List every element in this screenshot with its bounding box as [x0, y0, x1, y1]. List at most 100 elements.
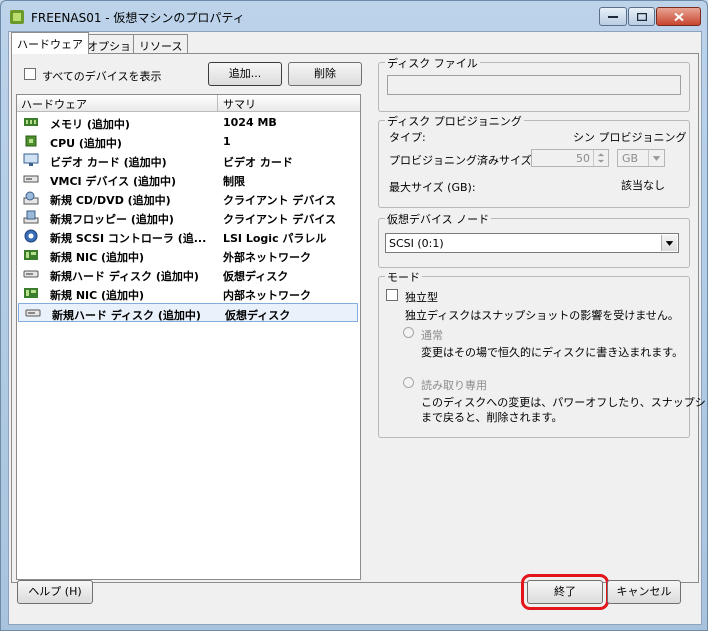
- read-only-mode-label[interactable]: 読み取り専用: [421, 377, 487, 393]
- disk-provisioning-legend: ディスク プロビジョニング: [385, 113, 524, 129]
- hardware-row-summary: 仮想ディスク: [225, 309, 291, 322]
- hardware-row-summary: クライアント デバイス: [223, 213, 337, 226]
- mode-group: モード 独立型 独立ディスクはスナップショットの影響を受けません。 通常 変更は…: [378, 269, 708, 438]
- hardware-row[interactable]: 新規フロッピー (追加中) クライアント デバイス: [17, 208, 360, 227]
- provisioned-size-value: 50: [576, 152, 590, 165]
- column-separator[interactable]: [217, 95, 218, 112]
- hardware-row[interactable]: 新規 SCSI コントローラ (追... LSI Logic パラレル: [17, 227, 360, 246]
- title-bar[interactable]: FREENAS01 - 仮想マシンのプロパティ: [1, 1, 707, 31]
- hardware-list[interactable]: ハードウェア サマリ メモリ (追加中) 1024 MB CPU (追加中) 1 ビデオ…: [16, 94, 361, 580]
- hardware-row-name: 新規ハード ディスク (追加中): [50, 270, 199, 283]
- provisioned-size-stepper[interactable]: 50: [531, 149, 609, 167]
- hardware-row[interactable]: 新規 NIC (追加中) 内部ネットワーク: [17, 284, 360, 303]
- mode-legend: モード: [385, 269, 422, 285]
- provisioned-size-label: プロビジョニング済みサイズ:: [389, 154, 536, 167]
- minimize-button[interactable]: [599, 7, 627, 26]
- disk-file-group: ディスク ファイル: [378, 55, 690, 112]
- maximize-button[interactable]: [628, 7, 655, 26]
- close-button[interactable]: [656, 7, 701, 26]
- hardware-row-summary: 1024 MB: [223, 116, 277, 129]
- hardware-row-name: 新規 NIC (追加中): [50, 289, 145, 302]
- minimize-icon: [608, 15, 618, 18]
- scsi-controller-icon: [24, 229, 38, 243]
- hardware-row-summary: 外部ネットワーク: [223, 251, 311, 264]
- cancel-button[interactable]: キャンセル: [607, 580, 681, 604]
- memory-icon: [24, 118, 38, 126]
- hardware-row[interactable]: 新規 CD/DVD (追加中) クライアント デバイス: [17, 189, 360, 208]
- close-icon: [673, 12, 684, 21]
- nic-icon: [24, 288, 38, 298]
- disk-file-field[interactable]: [387, 75, 681, 95]
- hardware-row[interactable]: VMCI デバイス (追加中) 制限: [17, 170, 360, 189]
- virtual-device-node-value: SCSI (0:1): [389, 237, 444, 250]
- maximize-icon: [636, 12, 647, 21]
- hardware-row[interactable]: ビデオ カード (追加中) ビデオ カード: [17, 151, 360, 170]
- help-button[interactable]: ヘルプ (H): [17, 580, 93, 604]
- hardware-row-name: 新規 NIC (追加中): [50, 251, 145, 264]
- independent-description: 独立ディスクはスナップショットの影響を受けません。: [405, 309, 679, 322]
- show-all-devices-label[interactable]: すべてのデバイスを表示: [42, 68, 161, 84]
- column-header-hardware[interactable]: ハードウェア: [21, 96, 87, 112]
- read-only-description-line2: まで戻ると、削除されます。: [421, 411, 563, 424]
- independent-label[interactable]: 独立型: [405, 289, 438, 305]
- hardware-row-name: 新規 SCSI コントローラ (追...: [50, 232, 207, 245]
- hardware-row-name: メモリ (追加中): [50, 118, 130, 131]
- max-size-label: 最大サイズ (GB):: [389, 181, 476, 194]
- column-header-summary[interactable]: サマリ: [223, 96, 256, 112]
- remove-device-button[interactable]: 削除: [288, 62, 362, 86]
- read-only-description-line1: このディスクへの変更は、パワーオフしたり、スナップショット: [421, 396, 708, 409]
- normal-mode-radio[interactable]: [403, 327, 414, 338]
- hardware-row-name: CPU (追加中): [50, 137, 122, 150]
- floppy-icon: [23, 210, 39, 224]
- hardware-row[interactable]: CPU (追加中) 1: [17, 132, 360, 151]
- size-unit-select[interactable]: GB: [617, 149, 665, 167]
- hardware-row-name: 新規ハード ディスク (追加中): [52, 309, 201, 322]
- provisioning-type-value: シン プロビジョニング: [573, 131, 687, 144]
- window-title: FREENAS01 - 仮想マシンのプロパティ: [31, 11, 245, 25]
- hardware-list-header: ハードウェア サマリ: [17, 95, 360, 112]
- hard-disk-icon: [25, 309, 41, 317]
- finish-button[interactable]: 終了: [521, 574, 609, 610]
- hard-disk-icon: [23, 270, 39, 278]
- hardware-row-summary: LSI Logic パラレル: [223, 232, 327, 245]
- virtual-device-node-select[interactable]: SCSI (0:1): [385, 233, 679, 253]
- hardware-row-summary: 内部ネットワーク: [223, 289, 311, 302]
- hardware-row[interactable]: 新規ハード ディスク (追加中) 仮想ディスク: [17, 265, 360, 284]
- hardware-row-summary: 制限: [223, 175, 245, 188]
- provisioning-type-label: タイプ:: [389, 131, 426, 144]
- max-size-value: 該当なし: [621, 179, 665, 192]
- dialog-client-area: ハードウェア オプション リソース すべてのデバイスを表示 追加... 削除 ハ…: [8, 31, 708, 625]
- read-only-mode-radio[interactable]: [403, 377, 414, 388]
- vm-app-icon: [10, 10, 24, 24]
- virtual-device-node-group: 仮想デバイス ノード SCSI (0:1): [378, 211, 690, 268]
- normal-mode-label[interactable]: 通常: [421, 327, 443, 343]
- hardware-row-name: 新規フロッピー (追加中): [50, 213, 174, 226]
- hardware-row-summary: 1: [223, 135, 231, 148]
- chevron-down-icon: [648, 150, 661, 166]
- tab-resources[interactable]: リソース: [133, 34, 189, 54]
- hardware-row[interactable]: 新規ハード ディスク (追加中) 仮想ディスク: [18, 303, 358, 322]
- hardware-row[interactable]: 新規 NIC (追加中) 外部ネットワーク: [17, 246, 360, 265]
- hardware-row-name: ビデオ カード (追加中): [50, 156, 167, 169]
- nic-icon: [24, 250, 38, 260]
- chevron-down-icon[interactable]: [661, 235, 677, 251]
- hardware-row-name: VMCI デバイス (追加中): [50, 175, 177, 188]
- video-card-icon: [23, 153, 39, 166]
- hardware-row-summary: クライアント デバイス: [223, 194, 337, 207]
- vmci-device-icon: [23, 175, 39, 183]
- cd-dvd-icon: [23, 191, 39, 205]
- spin-up-down-icon[interactable]: [593, 150, 608, 166]
- show-all-devices-checkbox[interactable]: [24, 68, 36, 80]
- cpu-icon: [25, 135, 37, 147]
- tab-hardware[interactable]: ハードウェア: [11, 32, 89, 54]
- normal-mode-description: 変更はその場で恒久的にディスクに書き込まれます。: [421, 346, 684, 359]
- hardware-row-name: 新規 CD/DVD (追加中): [50, 194, 171, 207]
- vm-properties-window: FREENAS01 - 仮想マシンのプロパティ ハードウェア オプション リソー…: [0, 0, 708, 631]
- independent-checkbox[interactable]: [386, 289, 398, 301]
- hardware-row-summary: ビデオ カード: [223, 156, 293, 169]
- disk-provisioning-group: ディスク プロビジョニング タイプ: シン プロビジョニング プロビジョニング済…: [378, 113, 690, 208]
- size-unit-value: GB: [622, 152, 639, 165]
- disk-file-legend: ディスク ファイル: [385, 55, 480, 71]
- hardware-row[interactable]: メモリ (追加中) 1024 MB: [17, 113, 360, 132]
- add-device-button[interactable]: 追加...: [208, 62, 282, 86]
